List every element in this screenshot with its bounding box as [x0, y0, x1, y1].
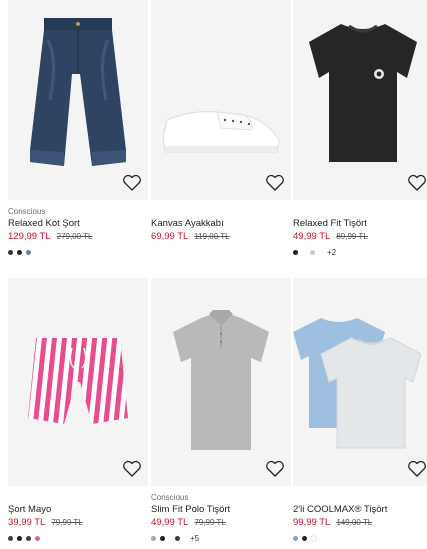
original-price: 279,00 TL: [56, 232, 93, 241]
sale-price: 49,99 TL: [151, 517, 189, 528]
color-swatches: [293, 532, 427, 544]
color-swatch[interactable]: [8, 249, 13, 255]
color-swatch[interactable]: [151, 535, 156, 541]
favorite-heart-icon[interactable]: [122, 460, 142, 478]
favorite-heart-icon[interactable]: [265, 174, 285, 192]
color-swatch[interactable]: [293, 249, 298, 255]
more-colors-count[interactable]: +5: [190, 534, 199, 543]
color-swatch[interactable]: [26, 249, 31, 255]
sale-price: 39,99 TL: [8, 517, 46, 528]
product-info: Conscious Relaxed Kot Şort 129,99 TL 279,…: [8, 206, 148, 258]
product-name[interactable]: 2'li COOLMAX® Tişört: [293, 503, 427, 516]
color-swatches: +5: [151, 532, 291, 544]
product-image[interactable]: [151, 278, 291, 486]
more-colors-count[interactable]: +2: [327, 248, 336, 257]
sale-price: 69,99 TL: [151, 231, 189, 242]
product-image[interactable]: [293, 278, 427, 486]
original-price: 79,99 TL: [51, 518, 83, 527]
product-info: 2'li COOLMAX® Tişört 99,99 TL 149,00 TL: [293, 492, 427, 544]
sale-price: 49,99 TL: [293, 231, 331, 242]
original-price: 89,99 TL: [336, 232, 368, 241]
original-price: 79,99 TL: [194, 518, 226, 527]
product-name[interactable]: Kanvas Ayakkabı: [151, 217, 291, 230]
color-swatch[interactable]: [310, 249, 315, 255]
color-swatch[interactable]: [160, 535, 165, 541]
product-price: 39,99 TL 79,99 TL: [8, 516, 148, 530]
product-name[interactable]: Relaxed Kot Şort: [8, 217, 148, 230]
product-info: Conscious Slim Fit Polo Tişört 49,99 TL 7…: [151, 492, 291, 544]
favorite-heart-icon[interactable]: [265, 460, 285, 478]
conscious-tag: [293, 206, 427, 217]
product-price: 99,99 TL 149,00 TL: [293, 516, 427, 530]
product-image[interactable]: [8, 0, 148, 200]
color-swatches: [8, 246, 148, 258]
color-swatch[interactable]: [302, 535, 307, 541]
favorite-heart-icon[interactable]: [407, 174, 427, 192]
product-price: 129,99 TL 279,00 TL: [8, 230, 148, 244]
product-image[interactable]: [8, 278, 148, 486]
product-info: Relaxed Fit Tişört 49,99 TL 89,99 TL +2: [293, 206, 427, 258]
sale-price: 99,99 TL: [293, 517, 331, 528]
color-swatch[interactable]: [311, 535, 316, 541]
favorite-heart-icon[interactable]: [407, 460, 427, 478]
original-price: 149,00 TL: [336, 518, 373, 527]
conscious-tag: [293, 492, 427, 503]
product-info: Kanvas Ayakkabı 69,99 TL 119,00 TL: [151, 206, 291, 244]
product-image[interactable]: [293, 0, 427, 200]
color-swatch[interactable]: [35, 535, 40, 541]
product-name[interactable]: Relaxed Fit Tişört: [293, 217, 427, 230]
conscious-tag: [151, 206, 291, 217]
conscious-tag: Conscious: [8, 207, 46, 216]
product-price: 49,99 TL 89,99 TL: [293, 230, 427, 244]
color-swatch[interactable]: [293, 535, 298, 541]
sale-price: 129,99 TL: [8, 231, 51, 242]
product-price: 69,99 TL 119,00 TL: [151, 230, 291, 244]
color-swatches: +2: [293, 246, 427, 258]
favorite-heart-icon[interactable]: [122, 174, 142, 192]
product-name[interactable]: Şort Mayo: [8, 503, 148, 516]
color-swatch[interactable]: [8, 535, 13, 541]
color-swatch[interactable]: [26, 535, 31, 541]
color-swatch[interactable]: [17, 535, 22, 541]
product-image[interactable]: [151, 0, 291, 200]
product-price: 49,99 TL 79,99 TL: [151, 516, 291, 530]
conscious-tag: Conscious: [151, 493, 189, 502]
original-price: 119,00 TL: [194, 232, 230, 241]
product-name[interactable]: Slim Fit Polo Tişört: [151, 503, 291, 516]
conscious-tag: [8, 492, 148, 503]
color-swatch[interactable]: [17, 249, 22, 255]
product-grid: Conscious Relaxed Kot Şort 129,99 TL 279,…: [0, 0, 427, 549]
product-info: Şort Mayo 39,99 TL 79,99 TL: [8, 492, 148, 544]
color-swatch[interactable]: [175, 535, 180, 541]
color-swatches: [8, 532, 148, 544]
